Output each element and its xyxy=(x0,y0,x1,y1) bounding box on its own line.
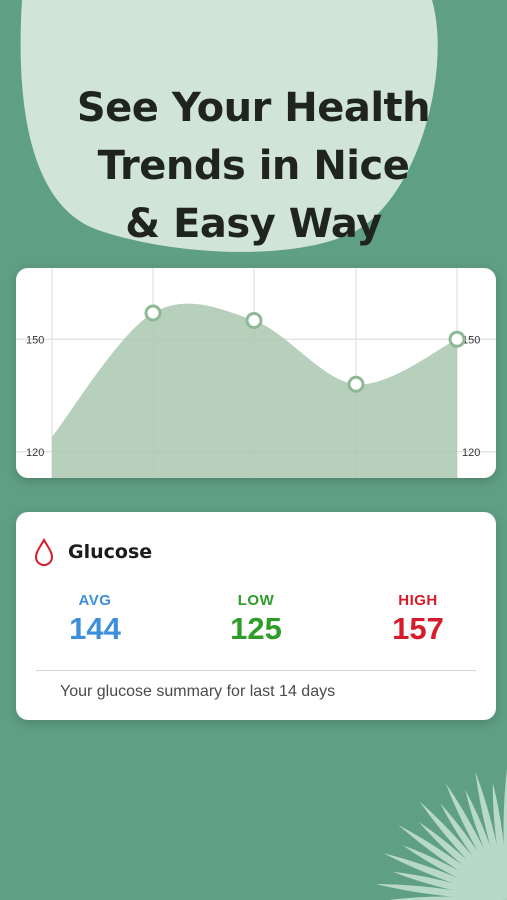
low-stat: LOW 125 xyxy=(196,592,316,647)
low-value: 125 xyxy=(230,611,282,646)
avg-stat: AVG 144 xyxy=(35,592,155,647)
glucose-summary-text: Your glucose summary for last 14 days xyxy=(60,683,336,700)
high-value: 157 xyxy=(392,611,444,646)
headline-line-2: Trends in Nice xyxy=(97,142,410,189)
glucose-summary-card[interactable]: Glucose AVG 144 LOW 125 HIGH 157 Your gl… xyxy=(16,512,496,720)
glucose-header: Glucose xyxy=(34,538,152,566)
headline-line-3: & Easy Way xyxy=(125,200,382,247)
y-tick-label-right: 120 xyxy=(462,447,480,459)
avg-value: 144 xyxy=(69,611,121,646)
avg-label: AVG xyxy=(78,592,112,609)
trend-chart: 150 150120 120 xyxy=(16,268,496,478)
high-label: HIGH xyxy=(398,592,438,609)
headline: See Your Health Trends in Nice & Easy Wa… xyxy=(0,79,507,253)
glucose-title: Glucose xyxy=(68,541,153,563)
data-point-marker[interactable] xyxy=(448,330,466,348)
data-point-marker[interactable] xyxy=(144,304,162,322)
drop-icon xyxy=(34,538,54,566)
y-tick-label-left: 120 xyxy=(26,447,44,459)
high-stat: HIGH 157 xyxy=(358,592,478,647)
headline-line-1: See Your Health xyxy=(76,84,431,131)
area-series xyxy=(52,303,457,478)
data-point-marker[interactable] xyxy=(245,312,263,329)
low-label: LOW xyxy=(237,592,275,609)
trend-chart-card: 150 150 120 120 xyxy=(16,268,496,478)
data-point-marker[interactable] xyxy=(347,375,365,393)
y-tick-label-left: 150 xyxy=(26,334,44,346)
palm-leaf-icon xyxy=(375,768,507,900)
divider xyxy=(36,670,476,671)
